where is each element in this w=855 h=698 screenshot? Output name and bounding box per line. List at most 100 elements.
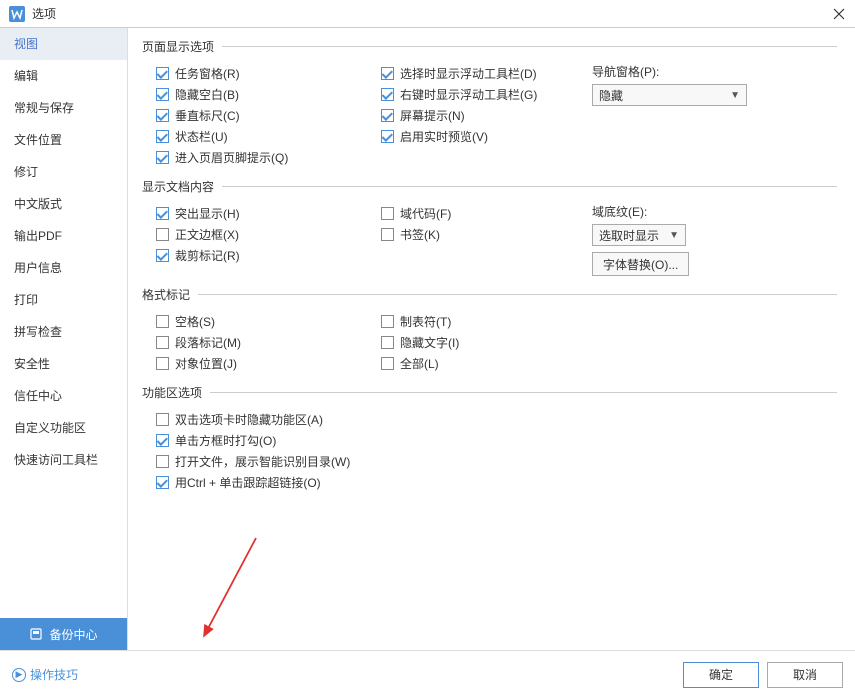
checkbox-box <box>156 228 169 241</box>
checkbox-box <box>156 67 169 80</box>
checkbox-box <box>381 336 394 349</box>
sidebar-item-12[interactable]: 自定义功能区 <box>0 412 127 444</box>
checkbox-label: 隐藏空白(B) <box>175 86 239 103</box>
checkbox-pd-mid-2[interactable]: 屏幕提示(N) <box>367 105 592 126</box>
sidebar-item-7[interactable]: 用户信息 <box>0 252 127 284</box>
checkbox-box <box>381 207 394 220</box>
checkbox-label: 右键时显示浮动工具栏(G) <box>400 86 537 103</box>
sidebar-item-3[interactable]: 文件位置 <box>0 124 127 156</box>
group-title-doc-content: 显示文档内容 <box>142 178 214 195</box>
checkbox-box <box>156 207 169 220</box>
checkbox-label: 单击方框时打勾(O) <box>175 432 276 449</box>
operation-tips-link[interactable]: ▶ 操作技巧 <box>12 666 78 683</box>
sidebar-item-13[interactable]: 快速访问工具栏 <box>0 444 127 476</box>
field-shading-label: 域底纹(E): <box>592 203 837 220</box>
checkbox-pd-mid-0[interactable]: 选择时显示浮动工具栏(D) <box>367 63 592 84</box>
checkbox-label: 对象位置(J) <box>175 355 237 372</box>
checkbox-box <box>381 228 394 241</box>
checkbox-box <box>156 476 169 489</box>
checkbox-ribbon-3[interactable]: 用Ctrl + 单击跟踪超链接(O) <box>142 472 837 493</box>
checkbox-box <box>156 88 169 101</box>
checkbox-box <box>156 413 169 426</box>
sidebar-item-9[interactable]: 拼写检查 <box>0 316 127 348</box>
checkbox-fm-mid-0[interactable]: 制表符(T) <box>367 311 592 332</box>
checkbox-box <box>156 336 169 349</box>
checkbox-box <box>381 315 394 328</box>
checkbox-dc-left-1[interactable]: 正文边框(X) <box>142 224 367 245</box>
checkbox-pd-left-0[interactable]: 任务窗格(R) <box>142 63 367 84</box>
checkbox-fm-left-1[interactable]: 段落标记(M) <box>142 332 367 353</box>
checkbox-dc-mid-0[interactable]: 域代码(F) <box>367 203 592 224</box>
checkbox-dc-left-2[interactable]: 裁剪标记(R) <box>142 245 367 266</box>
checkbox-ribbon-0[interactable]: 双击选项卡时隐藏功能区(A) <box>142 409 837 430</box>
tips-icon: ▶ <box>12 668 26 682</box>
checkbox-box <box>156 357 169 370</box>
window-title: 选项 <box>32 5 831 22</box>
sidebar-item-5[interactable]: 中文版式 <box>0 188 127 220</box>
checkbox-box <box>156 130 169 143</box>
field-shading-select[interactable]: 选取时显示 ▼ <box>592 224 686 246</box>
checkbox-box <box>156 109 169 122</box>
checkbox-ribbon-1[interactable]: 单击方框时打勾(O) <box>142 430 837 451</box>
checkbox-label: 正文边框(X) <box>175 226 239 243</box>
nav-pane-select[interactable]: 隐藏 ▼ <box>592 84 747 106</box>
checkbox-pd-mid-1[interactable]: 右键时显示浮动工具栏(G) <box>367 84 592 105</box>
backup-center-label: 备份中心 <box>49 626 97 643</box>
checkbox-label: 屏幕提示(N) <box>400 107 465 124</box>
content-area: 页面显示选项 任务窗格(R) 隐藏空白(B) 垂直标尺(C) 状态栏(U) 进入页眉页脚… <box>128 28 855 650</box>
checkbox-label: 双击选项卡时隐藏功能区(A) <box>175 411 323 428</box>
cancel-button[interactable]: 取消 <box>767 662 843 688</box>
checkbox-fm-left-2[interactable]: 对象位置(J) <box>142 353 367 374</box>
checkbox-box <box>381 357 394 370</box>
checkbox-label: 打开文件，展示智能识别目录(W) <box>175 453 350 470</box>
sidebar-item-10[interactable]: 安全性 <box>0 348 127 380</box>
checkbox-fm-mid-1[interactable]: 隐藏文字(I) <box>367 332 592 353</box>
backup-icon <box>29 627 43 641</box>
sidebar-item-1[interactable]: 编辑 <box>0 60 127 92</box>
checkbox-label: 段落标记(M) <box>175 334 241 351</box>
close-icon[interactable] <box>831 6 847 22</box>
ok-button[interactable]: 确定 <box>683 662 759 688</box>
checkbox-label: 空格(S) <box>175 313 215 330</box>
checkbox-label: 启用实时预览(V) <box>400 128 488 145</box>
checkbox-label: 用Ctrl + 单击跟踪超链接(O) <box>175 474 321 491</box>
checkbox-box <box>156 249 169 262</box>
checkbox-label: 书签(K) <box>400 226 440 243</box>
checkbox-box <box>156 455 169 468</box>
checkbox-fm-mid-2[interactable]: 全部(L) <box>367 353 592 374</box>
checkbox-fm-left-0[interactable]: 空格(S) <box>142 311 367 332</box>
checkbox-pd-mid-3[interactable]: 启用实时预览(V) <box>367 126 592 147</box>
checkbox-box <box>156 151 169 164</box>
checkbox-label: 隐藏文字(I) <box>400 334 459 351</box>
backup-center-button[interactable]: 备份中心 <box>0 618 127 650</box>
checkbox-label: 进入页眉页脚提示(Q) <box>175 149 288 166</box>
sidebar-item-6[interactable]: 输出PDF <box>0 220 127 252</box>
group-title-ribbon: 功能区选项 <box>142 384 202 401</box>
app-logo-icon <box>8 5 26 23</box>
sidebar-item-4[interactable]: 修订 <box>0 156 127 188</box>
checkbox-dc-left-0[interactable]: 突出显示(H) <box>142 203 367 224</box>
checkbox-dc-mid-1[interactable]: 书签(K) <box>367 224 592 245</box>
checkbox-pd-left-2[interactable]: 垂直标尺(C) <box>142 105 367 126</box>
checkbox-box <box>381 130 394 143</box>
sidebar-item-11[interactable]: 信任中心 <box>0 380 127 412</box>
checkbox-pd-left-4[interactable]: 进入页眉页脚提示(Q) <box>142 147 367 168</box>
sidebar-item-8[interactable]: 打印 <box>0 284 127 316</box>
checkbox-label: 制表符(T) <box>400 313 451 330</box>
checkbox-label: 任务窗格(R) <box>175 65 240 82</box>
group-title-page-display: 页面显示选项 <box>142 38 214 55</box>
nav-pane-label: 导航窗格(P): <box>592 63 837 80</box>
checkbox-box <box>381 109 394 122</box>
checkbox-pd-left-3[interactable]: 状态栏(U) <box>142 126 367 147</box>
checkbox-pd-left-1[interactable]: 隐藏空白(B) <box>142 84 367 105</box>
checkbox-label: 状态栏(U) <box>175 128 228 145</box>
sidebar-item-0[interactable]: 视图 <box>0 28 127 60</box>
chevron-down-icon: ▼ <box>730 90 740 101</box>
sidebar-item-2[interactable]: 常规与保存 <box>0 92 127 124</box>
checkbox-box <box>381 88 394 101</box>
font-substitution-button[interactable]: 字体替换(O)... <box>592 252 689 276</box>
checkbox-label: 垂直标尺(C) <box>175 107 240 124</box>
annotation-arrow <box>196 528 266 648</box>
checkbox-ribbon-2[interactable]: 打开文件，展示智能识别目录(W) <box>142 451 837 472</box>
checkbox-box <box>381 67 394 80</box>
